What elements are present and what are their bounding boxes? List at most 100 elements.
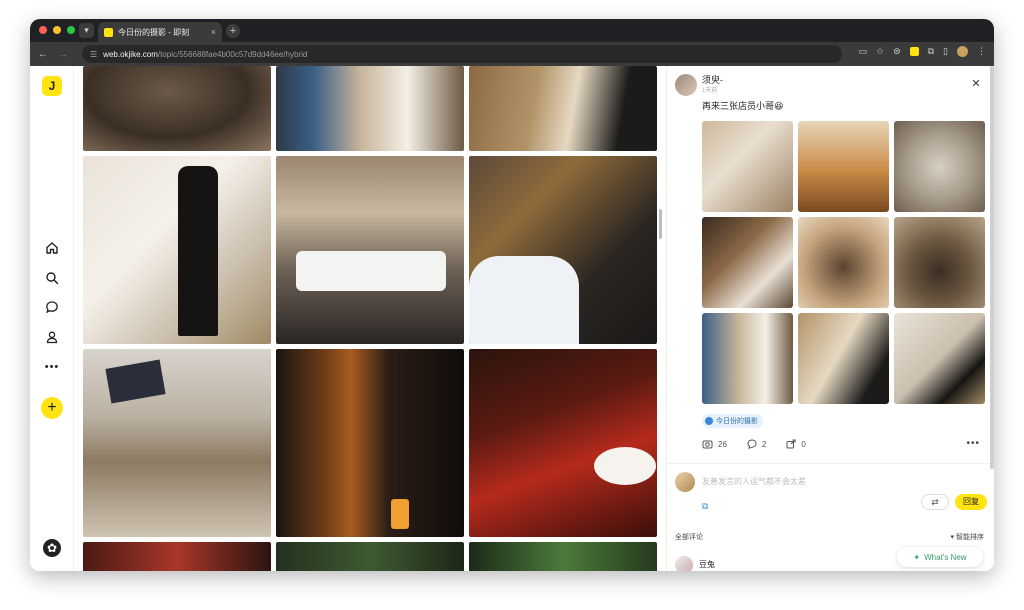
create-post-button[interactable]: + <box>41 397 63 419</box>
photo-greenery[interactable] <box>276 542 464 571</box>
app-sidebar: J ••• + ✿ <box>30 66 74 571</box>
tab-title: 今日份的摄影 - 即刻 <box>118 27 190 37</box>
photo-tanabata-red[interactable] <box>469 349 657 537</box>
jike-favicon-icon <box>104 27 113 37</box>
tab-close-icon[interactable]: × <box>211 27 216 37</box>
thumb-cat-face[interactable] <box>894 121 985 212</box>
comment-input[interactable]: 友善发言的人运气都不会太差 <box>702 476 806 487</box>
post-stats: 26 2 0 <box>702 439 806 449</box>
forward-icon[interactable]: → <box>56 49 70 60</box>
post-time: 1天前 <box>702 88 718 94</box>
message-icon[interactable] <box>43 298 61 316</box>
maximize-window-button[interactable] <box>67 26 75 34</box>
thumb-shop-window[interactable] <box>702 313 793 404</box>
puzzle-icon[interactable]: ⧉ <box>928 46 934 57</box>
home-icon[interactable] <box>43 239 61 257</box>
post-detail-panel: 须臾- 1天前 ✕ 再来三张店员小哥😆 今日份的摄影 26 2 0 ••• 友善… <box>666 66 994 571</box>
figure-silhouette <box>178 166 218 336</box>
my-avatar <box>675 472 695 492</box>
close-window-button[interactable] <box>39 26 47 34</box>
sidebar-toggle-icon[interactable]: ▯ <box>943 46 948 57</box>
author-avatar[interactable] <box>675 74 697 96</box>
topic-tag-label: 今日份的摄影 <box>716 418 758 425</box>
extension-icon[interactable]: ⊜ <box>893 46 901 57</box>
browser-toolbar: ← → ☰ web.okjike.com/topic/556688fae4b00… <box>30 42 994 66</box>
thumb-staff-standing[interactable] <box>894 313 985 404</box>
repost-toggle-button[interactable]: ⇄ <box>921 494 949 510</box>
sparkle-icon: ✦ <box>913 552 921 562</box>
thumb-cat-white[interactable] <box>702 217 793 308</box>
post-text: 再来三张店员小哥😆 <box>702 101 784 111</box>
profile-avatar[interactable] <box>957 46 968 57</box>
camera-like-icon <box>702 440 713 449</box>
close-panel-button[interactable]: ✕ <box>967 75 985 93</box>
thumb-staff-counter[interactable] <box>798 313 889 404</box>
browser-tab[interactable]: 今日份的摄影 - 即刻 × <box>98 22 222 42</box>
reply-button[interactable]: 回复 <box>955 494 987 510</box>
flag-shape <box>105 359 166 404</box>
photo-cat-closeup[interactable] <box>83 66 271 151</box>
menu-kebab-icon[interactable]: ⋮ <box>977 46 986 57</box>
photo-boy-portrait[interactable] <box>469 156 657 344</box>
photo-leaves[interactable] <box>469 542 657 571</box>
search-icon[interactable] <box>43 269 61 287</box>
topic-icon <box>705 417 713 425</box>
white-dish-shape <box>594 447 656 485</box>
comment-count: 2 <box>761 439 767 449</box>
comment-icon <box>747 439 757 449</box>
minimize-window-button[interactable] <box>53 26 61 34</box>
jike-extension-icon[interactable] <box>909 47 919 56</box>
photo-dark-doorway[interactable] <box>276 349 464 537</box>
white-shirt-shape <box>469 256 579 344</box>
comments-section-title: 全部评论 <box>675 534 703 541</box>
url-path: /topic/556688fae4b00c57d9dd46ee/hybrid <box>157 49 308 59</box>
whats-new-button[interactable]: ✦ What's New <box>897 547 983 567</box>
panel-scrollbar[interactable] <box>990 66 994 469</box>
photo-shop-interior[interactable] <box>276 66 464 151</box>
page-content: J ••• + ✿ 须臾- 1天前 ✕ 再来三张店员小哥😆 今日份的摄影 26 … <box>30 66 994 571</box>
photo-students-street[interactable] <box>276 156 464 344</box>
cast-icon[interactable]: ▭ <box>858 46 867 57</box>
share-count: 0 <box>801 439 806 449</box>
address-bar[interactable]: ☰ web.okjike.com/topic/556688fae4b00c57d… <box>82 45 842 63</box>
toolbar-icons: ▭ ☆ ⊜ ⧉ ▯ ⋮ <box>858 46 986 57</box>
photo-alley-cyclist[interactable] <box>83 349 271 537</box>
back-icon[interactable]: ← <box>36 49 50 60</box>
jike-logo[interactable]: J <box>42 76 62 96</box>
title-bar: ▾ 今日份的摄影 - 即刻 × + <box>30 19 994 42</box>
thumb-cat-on-stool[interactable] <box>798 121 889 212</box>
image-upload-icon[interactable]: ⧉ <box>702 501 708 512</box>
more-icon[interactable]: ••• <box>43 358 61 376</box>
topic-tag[interactable]: 今日份的摄影 <box>702 414 763 428</box>
sort-dropdown[interactable]: ▾ 智能排序 <box>951 532 984 542</box>
settings-icon[interactable]: ✿ <box>43 539 61 557</box>
photo-counter-scene[interactable] <box>469 66 657 151</box>
commenter-name[interactable]: 豆兔 <box>699 559 715 570</box>
browser-window: ▾ 今日份的摄影 - 即刻 × + ← → ☰ web.okjike.com/t… <box>30 19 994 571</box>
more-options-icon[interactable]: ••• <box>966 438 980 449</box>
comment-button[interactable]: 2 <box>747 439 766 449</box>
bookmark-star-icon[interactable]: ☆ <box>876 46 884 57</box>
like-count: 26 <box>718 439 727 449</box>
thumb-cat-sleeping[interactable] <box>702 121 793 212</box>
photo-grid <box>83 66 663 571</box>
url-host: web.okjike.com <box>103 49 158 59</box>
lantern-shape <box>391 499 409 529</box>
profile-icon[interactable] <box>43 328 61 346</box>
photo-red-sign[interactable] <box>83 542 271 571</box>
site-info-icon[interactable]: ☰ <box>90 50 97 59</box>
grid-scrollbar[interactable] <box>659 209 662 239</box>
thumb-cat-tabby[interactable] <box>798 217 889 308</box>
share-button[interactable]: 0 <box>786 439 806 449</box>
whats-new-label: What's New <box>924 552 967 562</box>
divider <box>667 463 994 464</box>
commenter-avatar[interactable] <box>675 556 693 571</box>
tab-search-icon[interactable]: ▾ <box>79 23 94 38</box>
like-button[interactable]: 26 <box>702 439 727 449</box>
window-controls <box>39 26 75 34</box>
share-icon <box>786 439 796 449</box>
photo-staff-standing[interactable] <box>83 156 271 344</box>
new-tab-button[interactable]: + <box>226 24 240 38</box>
thumb-cat-dark[interactable] <box>894 217 985 308</box>
white-shirts-band <box>296 251 446 291</box>
